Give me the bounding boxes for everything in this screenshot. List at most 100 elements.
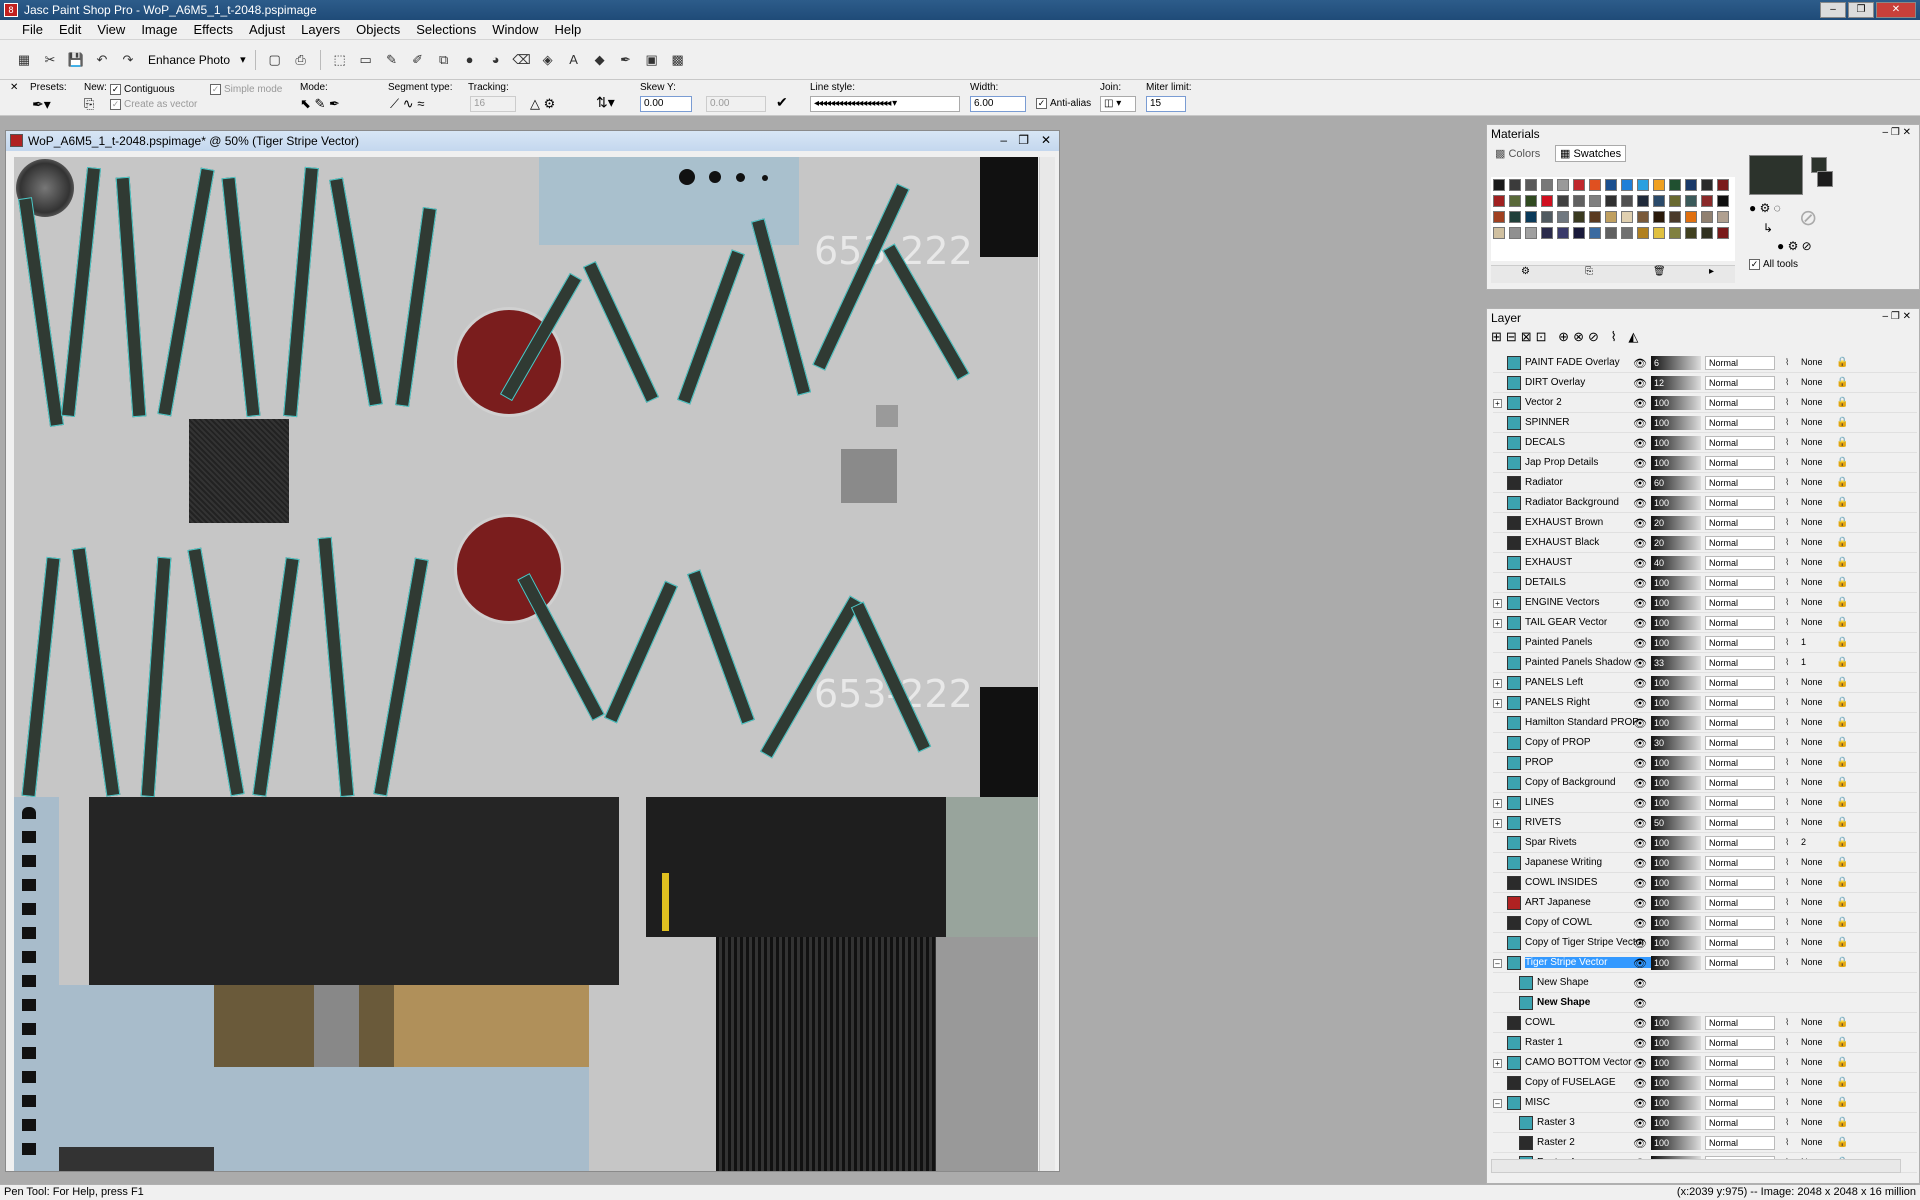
link-icon[interactable]: ⌇: [1785, 1017, 1789, 1028]
link-icon[interactable]: ⌇: [1785, 637, 1789, 648]
visibility-eye-icon[interactable]: 👁: [1633, 997, 1649, 1010]
opacity-slider[interactable]: 50: [1651, 816, 1701, 830]
camo-stripe[interactable]: [21, 556, 61, 798]
link-icon[interactable]: ⌇: [1785, 1117, 1789, 1128]
visibility-eye-icon[interactable]: 👁: [1633, 1017, 1649, 1030]
join-dropdown[interactable]: ◫ ▾: [1100, 96, 1136, 112]
text-tool-icon[interactable]: A: [564, 50, 584, 70]
link-icon[interactable]: ⌇: [1785, 777, 1789, 788]
layer-row[interactable]: SPINNER 👁 100 Normal ⌇ None 🔒: [1493, 413, 1917, 433]
color-swatch[interactable]: [1669, 227, 1681, 239]
color-swatch[interactable]: [1701, 195, 1713, 207]
camo-stripe[interactable]: [317, 536, 355, 798]
image-canvas[interactable]: 653-222 653-222: [14, 157, 1038, 1171]
lock-icon[interactable]: 🔒: [1836, 877, 1848, 888]
opacity-slider[interactable]: 100: [1651, 856, 1701, 870]
color-swatch[interactable]: [1525, 211, 1537, 223]
layer-row[interactable]: New Shape 👁: [1493, 973, 1917, 993]
color-swatch[interactable]: [1493, 227, 1505, 239]
blend-mode-dropdown[interactable]: Normal: [1705, 536, 1775, 550]
lock-icon[interactable]: 🔒: [1836, 837, 1848, 848]
camo-stripe[interactable]: [283, 166, 319, 418]
color-swatch[interactable]: [1653, 179, 1665, 191]
opacity-slider[interactable]: 100: [1651, 696, 1701, 710]
color-swatch[interactable]: [1605, 195, 1617, 207]
color-swatch[interactable]: [1653, 211, 1665, 223]
menu-effects[interactable]: Effects: [185, 22, 241, 37]
close-options-icon[interactable]: ✕: [10, 82, 18, 93]
visibility-eye-icon[interactable]: 👁: [1633, 777, 1649, 790]
save-icon[interactable]: 💾: [66, 50, 86, 70]
lock-icon[interactable]: 🔒: [1836, 457, 1848, 468]
opacity-slider[interactable]: 100: [1651, 636, 1701, 650]
contiguous-checkbox[interactable]: ✓ Contiguous: [110, 84, 175, 95]
color-swatch[interactable]: [1541, 211, 1553, 223]
color-swatch[interactable]: [1701, 179, 1713, 191]
layer-row[interactable]: Copy of FUSELAGE 👁 100 Normal ⌇ None 🔒: [1493, 1073, 1917, 1093]
camo-stripe[interactable]: [157, 167, 215, 417]
lock-icon[interactable]: 🔒: [1836, 757, 1848, 768]
visibility-eye-icon[interactable]: 👁: [1633, 817, 1649, 830]
link-icon[interactable]: ⌇: [1785, 657, 1789, 668]
visibility-eye-icon[interactable]: 👁: [1633, 437, 1649, 450]
blend-mode-dropdown[interactable]: Normal: [1705, 416, 1775, 430]
opacity-slider[interactable]: 100: [1651, 396, 1701, 410]
color-swatch[interactable]: [1637, 227, 1649, 239]
menu-view[interactable]: View: [89, 22, 133, 37]
layer-row[interactable]: Jap Prop Details 👁 100 Normal ⌇ None 🔒: [1493, 453, 1917, 473]
swatch-delete-icon[interactable]: 🗑: [1653, 266, 1666, 277]
miter-limit-field[interactable]: 15: [1146, 96, 1186, 112]
color-swatch[interactable]: [1573, 179, 1585, 191]
opacity-slider[interactable]: 100: [1651, 956, 1701, 970]
link-icon[interactable]: ⌇: [1785, 617, 1789, 628]
camo-stripe[interactable]: [604, 580, 678, 724]
lock-icon[interactable]: 🔒: [1836, 1017, 1848, 1028]
visibility-eye-icon[interactable]: 👁: [1633, 737, 1649, 750]
menu-file[interactable]: File: [14, 22, 51, 37]
swatch-more-icon[interactable]: ▸: [1709, 266, 1714, 277]
blend-mode-dropdown[interactable]: Normal: [1705, 396, 1775, 410]
layer-row[interactable]: Raster 1 👁 100 Normal ⌇ None 🔒: [1493, 1033, 1917, 1053]
visibility-eye-icon[interactable]: 👁: [1633, 977, 1649, 990]
layer-row[interactable]: EXHAUST 👁 40 Normal ⌇ None 🔒: [1493, 553, 1917, 573]
new-shape-icon[interactable]: ⎘: [84, 96, 94, 112]
link-icon[interactable]: ⌇: [1785, 417, 1789, 428]
style-buttons-2[interactable]: ● ⚙ ⊘: [1777, 239, 1812, 253]
swap-icon[interactable]: ↳: [1763, 221, 1773, 235]
color-swatch[interactable]: [1669, 211, 1681, 223]
color-swatch[interactable]: [1701, 211, 1713, 223]
color-swatch[interactable]: [1589, 179, 1601, 191]
link-icon[interactable]: ⌇: [1785, 557, 1789, 568]
color-swatch[interactable]: [1589, 227, 1601, 239]
visibility-eye-icon[interactable]: 👁: [1633, 557, 1649, 570]
opacity-slider[interactable]: 100: [1651, 676, 1701, 690]
visibility-eye-icon[interactable]: 👁: [1633, 837, 1649, 850]
tab-swatches[interactable]: ▦ Swatches: [1555, 145, 1627, 162]
color-swatch[interactable]: [1493, 195, 1505, 207]
opacity-slider[interactable]: 100: [1651, 756, 1701, 770]
color-swatch[interactable]: [1493, 179, 1505, 191]
burn-icon[interactable]: ●: [460, 50, 480, 70]
blend-mode-dropdown[interactable]: Normal: [1705, 656, 1775, 670]
camo-stripe[interactable]: [517, 573, 605, 721]
vertical-scrollbar[interactable]: [1039, 157, 1055, 1171]
color-swatch[interactable]: [1653, 227, 1665, 239]
link-icon[interactable]: ⌇: [1785, 1097, 1789, 1108]
clone-icon[interactable]: ⧉: [434, 50, 454, 70]
lock-icon[interactable]: 🔒: [1836, 677, 1848, 688]
blend-mode-dropdown[interactable]: Normal: [1705, 816, 1775, 830]
color-swatch[interactable]: [1637, 195, 1649, 207]
mode-buttons[interactable]: ⬉ ✎ ✒: [300, 96, 340, 112]
visibility-eye-icon[interactable]: 👁: [1633, 1117, 1649, 1130]
link-icon[interactable]: ⌇: [1785, 957, 1789, 968]
camo-stripe[interactable]: [187, 547, 245, 797]
opacity-slider[interactable]: 100: [1651, 1036, 1701, 1050]
layer-row[interactable]: + ENGINE Vectors 👁 100 Normal ⌇ None 🔒: [1493, 593, 1917, 613]
link-icon[interactable]: ⌇: [1785, 437, 1789, 448]
lock-icon[interactable]: 🔒: [1836, 917, 1848, 928]
opacity-slider[interactable]: 20: [1651, 516, 1701, 530]
lock-icon[interactable]: 🔒: [1836, 377, 1848, 388]
opacity-slider[interactable]: 100: [1651, 416, 1701, 430]
layer-row[interactable]: + RIVETS 👁 50 Normal ⌇ None 🔒: [1493, 813, 1917, 833]
visibility-eye-icon[interactable]: 👁: [1633, 1057, 1649, 1070]
